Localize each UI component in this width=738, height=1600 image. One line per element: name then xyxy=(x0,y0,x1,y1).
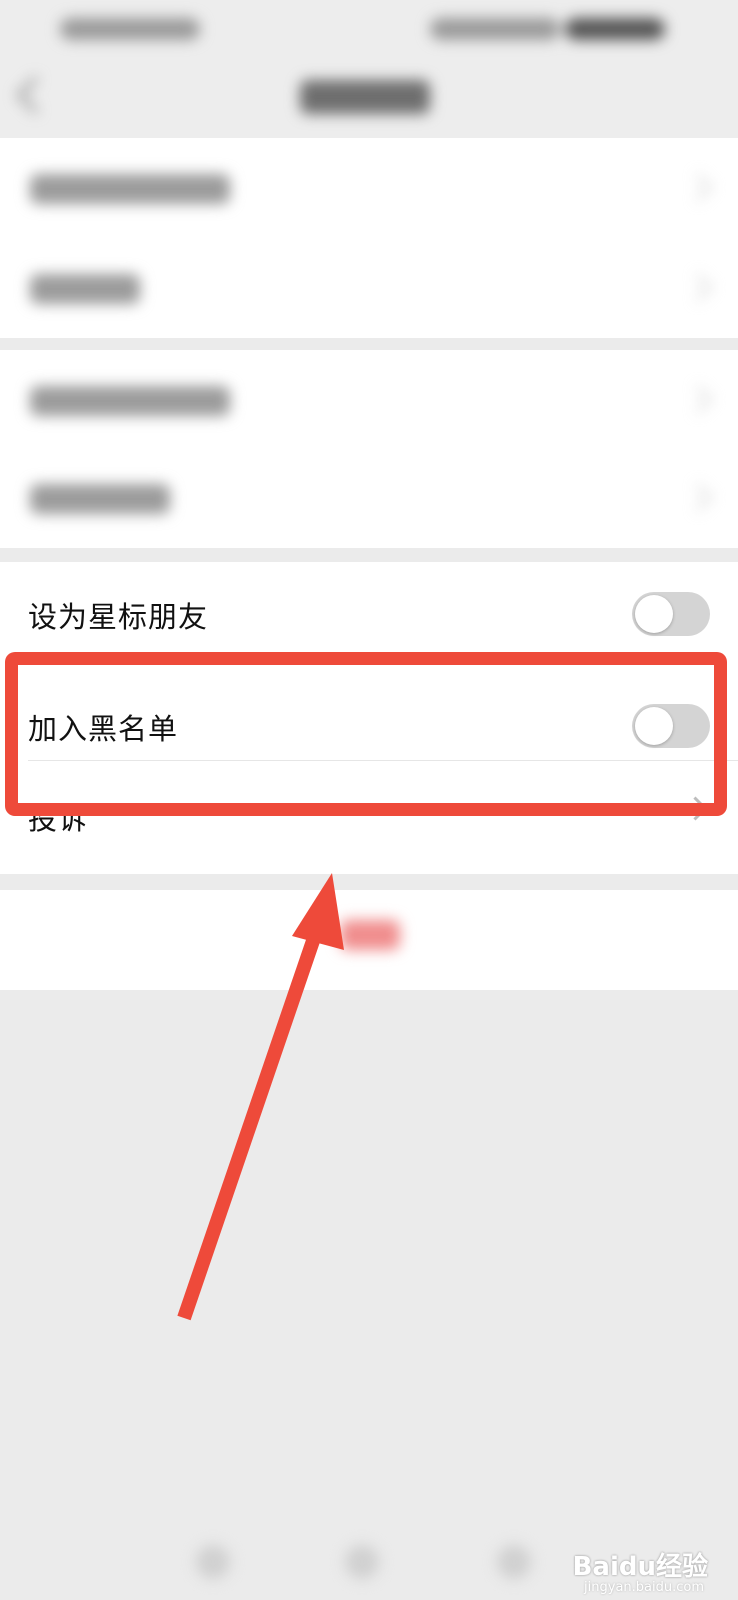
watermark-url: jingyan.baidu.com xyxy=(584,1580,704,1595)
annotation-arrow xyxy=(177,873,344,1321)
baidu-watermark: Baidu经验 xyxy=(572,1552,708,1582)
